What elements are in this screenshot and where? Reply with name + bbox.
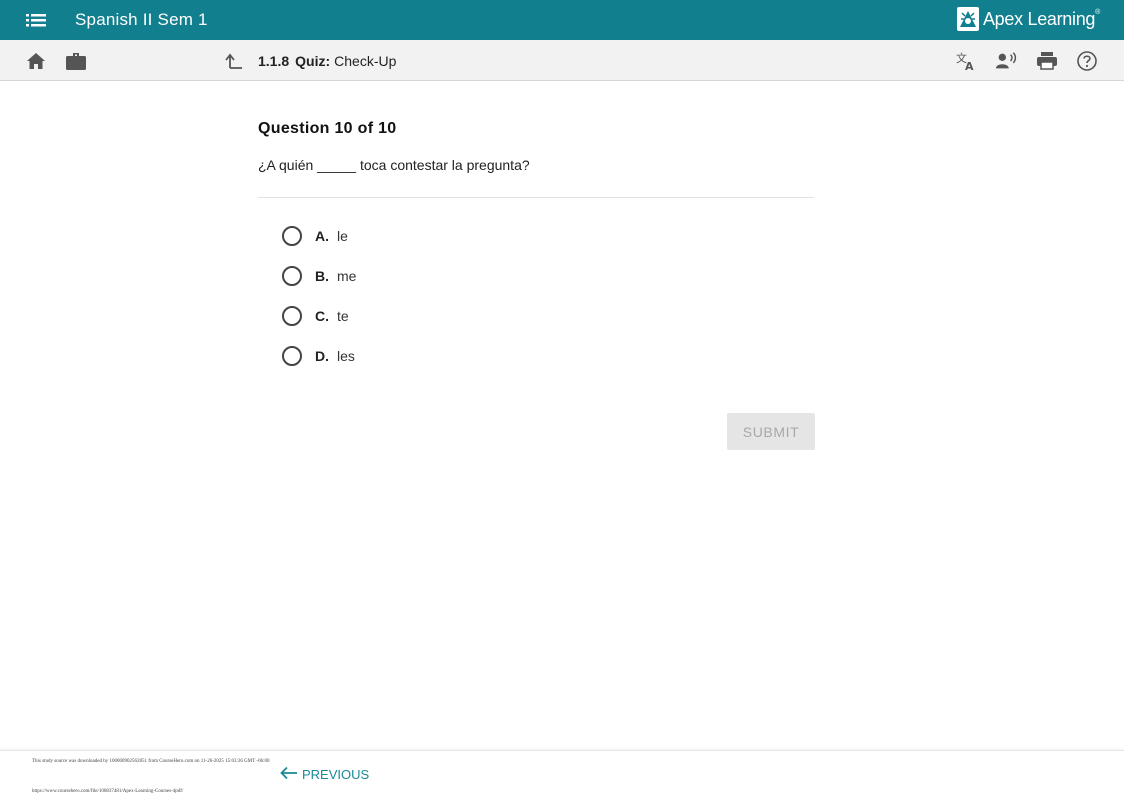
divider (258, 197, 814, 198)
footer: This study source was downloaded by 1000… (0, 750, 1124, 799)
question-panel: Question 10 of 10 ¿A quién _____ toca co… (258, 120, 814, 376)
source-notice: This study source was downloaded by 1000… (32, 759, 270, 764)
question-heading: Question 10 of 10 (258, 120, 397, 137)
print-icon[interactable] (1036, 50, 1058, 72)
answer-option-c[interactable]: C. te (258, 296, 814, 336)
translate-icon[interactable]: 文A (955, 50, 977, 72)
up-arrow-icon[interactable] (223, 50, 245, 72)
svg-text:A: A (965, 60, 974, 72)
answer-option-d[interactable]: D. les (258, 336, 814, 376)
course-title: Spanish II Sem 1 (75, 10, 208, 29)
left-arrow-icon (280, 766, 298, 783)
home-icon[interactable] (25, 50, 47, 72)
previous-button[interactable]: PREVIOUS (280, 766, 369, 783)
option-text: les (337, 348, 355, 364)
answer-option-b[interactable]: B. me (258, 256, 814, 296)
option-letter: B. (315, 268, 329, 284)
question-prompt: ¿A quién _____ toca contestar la pregunt… (258, 157, 530, 173)
breadcrumb: 1.1.8 Quiz: Check-Up (258, 53, 396, 69)
radio-button[interactable] (282, 346, 302, 366)
radio-button[interactable] (282, 306, 302, 326)
briefcase-icon[interactable] (65, 50, 87, 72)
radio-button[interactable] (282, 226, 302, 246)
apex-logo-icon (956, 7, 979, 31)
option-text: le (337, 228, 348, 244)
help-icon[interactable] (1076, 50, 1098, 72)
option-letter: A. (315, 228, 329, 244)
option-text: me (337, 268, 357, 284)
previous-label: PREVIOUS (302, 767, 370, 782)
brand-registered-mark: ® (1095, 8, 1100, 16)
breadcrumb-title: Check-Up (334, 53, 397, 69)
brand: Apex Learning® (956, 7, 1100, 31)
breadcrumb-kind: Quiz: (295, 53, 331, 69)
toolbar: 1.1.8 Quiz: Check-Up 文A (0, 40, 1124, 81)
option-letter: C. (315, 308, 329, 324)
submit-button[interactable]: SUBMIT (727, 413, 815, 450)
radio-button[interactable] (282, 266, 302, 286)
option-text: te (337, 308, 349, 324)
source-url: https://www.coursehero.com/file/10083748… (32, 789, 184, 794)
option-letter: D. (315, 348, 329, 364)
answer-option-a[interactable]: A. le (258, 216, 814, 256)
menu-icon[interactable] (26, 11, 46, 29)
breadcrumb-number: 1.1.8 (258, 53, 290, 69)
answer-options: A. le B. me C. te D. les (258, 216, 814, 376)
read-aloud-icon[interactable] (995, 50, 1017, 72)
top-bar: Spanish II Sem 1 Apex Learning® (0, 0, 1124, 40)
brand-name: Apex Learning (982, 8, 1096, 29)
